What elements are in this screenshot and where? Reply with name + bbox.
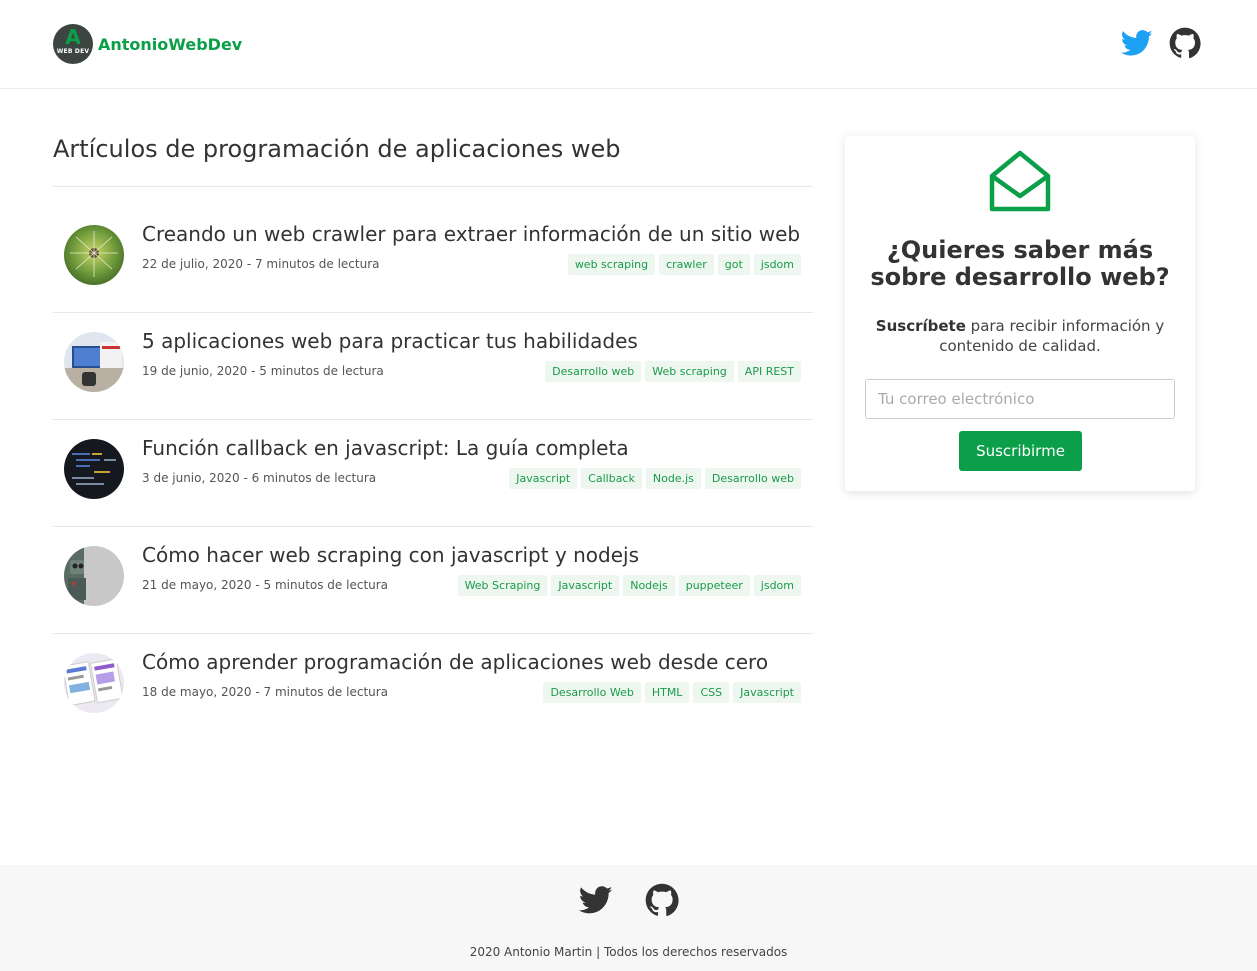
divider — [53, 186, 813, 187]
newsletter-card: ¿Quieres saber más sobre desarrollo web?… — [845, 136, 1195, 491]
tag[interactable]: Javascript — [733, 682, 801, 703]
header-social-links — [1121, 27, 1201, 59]
article-title[interactable]: Creando un web crawler para extraer info… — [142, 222, 800, 246]
brand-name: AntonioWebDev — [98, 34, 243, 54]
article-list: Creando un web crawler para extraer info… — [53, 206, 813, 741]
logo-subtext: WEB DEV — [56, 48, 90, 55]
article-thumbnail[interactable] — [64, 546, 124, 606]
article-title[interactable]: Cómo aprender programación de aplicacion… — [142, 650, 768, 674]
tag[interactable]: Node.js — [645, 468, 701, 489]
tag[interactable]: crawler — [659, 254, 714, 275]
tag[interactable]: API REST — [737, 361, 801, 382]
article-title[interactable]: 5 aplicaciones web para practicar tus ha… — [142, 329, 638, 353]
article-thumbnail[interactable] — [64, 439, 124, 499]
site-logo: A WEB DEV — [53, 24, 93, 64]
twitter-icon[interactable] — [578, 883, 613, 917]
article-meta: 21 de mayo, 2020 - 5 minutos de lectura — [142, 578, 389, 592]
site-footer: 2020 Antonio Martin | Todos los derechos… — [0, 865, 1257, 971]
tag[interactable]: got — [717, 254, 750, 275]
article-item: Cómo aprender programación de aplicacion… — [53, 634, 813, 741]
logo-letter: A — [65, 25, 81, 49]
article-item: Creando un web crawler para extraer info… — [53, 206, 813, 313]
tag[interactable]: jsdom — [753, 575, 801, 596]
article-item: 5 aplicaciones web para practicar tus ha… — [53, 313, 813, 420]
tag[interactable]: Desarrollo web — [704, 468, 801, 489]
tag[interactable]: puppeteer — [678, 575, 750, 596]
newsletter-text-rest: para recibir información y contenido de … — [939, 317, 1165, 355]
article-thumbnail[interactable] — [64, 332, 124, 392]
article-item: Cómo hacer web scraping con javascript y… — [53, 527, 813, 634]
newsletter-text: Suscríbete para recibir información y co… — [865, 316, 1175, 356]
article-meta: 19 de junio, 2020 - 5 minutos de lectura — [142, 364, 384, 378]
tag[interactable]: Javascript — [551, 575, 620, 596]
article-meta: 22 de julio, 2020 - 7 minutos de lectura — [142, 257, 380, 271]
brand-link[interactable]: A WEB DEV AntonioWebDev — [53, 24, 242, 64]
newsletter-text-bold: Suscríbete — [875, 317, 966, 335]
tag[interactable]: Web scraping — [645, 361, 734, 382]
envelope-open-icon — [989, 150, 1051, 212]
github-icon[interactable] — [645, 883, 679, 917]
page-title: Artículos de programación de aplicacione… — [53, 135, 621, 163]
newsletter-title: ¿Quieres saber más sobre desarrollo web? — [870, 236, 1170, 291]
article-thumbnail[interactable] — [64, 225, 124, 285]
article-title[interactable]: Función callback en javascript: La guía … — [142, 436, 629, 460]
article-tags: web scraping crawler got jsdom — [567, 254, 801, 275]
twitter-icon[interactable] — [1121, 27, 1153, 59]
tag[interactable]: jsdom — [753, 254, 801, 275]
article-meta: 18 de mayo, 2020 - 7 minutos de lectura — [142, 685, 389, 699]
article-tags: Desarrollo web Web scraping API REST — [545, 361, 801, 382]
tag[interactable]: web scraping — [567, 254, 656, 275]
tag[interactable]: Desarrollo web — [545, 361, 642, 382]
email-field[interactable] — [865, 379, 1175, 419]
article-meta: 3 de junio, 2020 - 6 minutos de lectura — [142, 471, 377, 485]
article-tags: Desarrollo Web HTML CSS Javascript — [543, 682, 801, 703]
article-item: Función callback en javascript: La guía … — [53, 420, 813, 527]
tag[interactable]: Nodejs — [623, 575, 675, 596]
tag[interactable]: Javascript — [509, 468, 578, 489]
footer-social-links — [0, 883, 1257, 917]
site-header: A WEB DEV AntonioWebDev — [0, 0, 1257, 89]
subscribe-button[interactable]: Suscribirme — [959, 431, 1082, 471]
github-icon[interactable] — [1169, 27, 1201, 59]
tag[interactable]: Web Scraping — [457, 575, 548, 596]
tag[interactable]: CSS — [693, 682, 730, 703]
tag[interactable]: HTML — [644, 682, 690, 703]
copyright-text: 2020 Antonio Martin | Todos los derechos… — [469, 945, 788, 959]
tag[interactable]: Desarrollo Web — [543, 682, 641, 703]
article-tags: Javascript Callback Node.js Desarrollo w… — [509, 468, 801, 489]
article-tags: Web Scraping Javascript Nodejs puppeteer… — [457, 575, 801, 596]
article-thumbnail[interactable] — [64, 653, 124, 713]
article-title[interactable]: Cómo hacer web scraping con javascript y… — [142, 543, 639, 567]
tag[interactable]: Callback — [581, 468, 642, 489]
